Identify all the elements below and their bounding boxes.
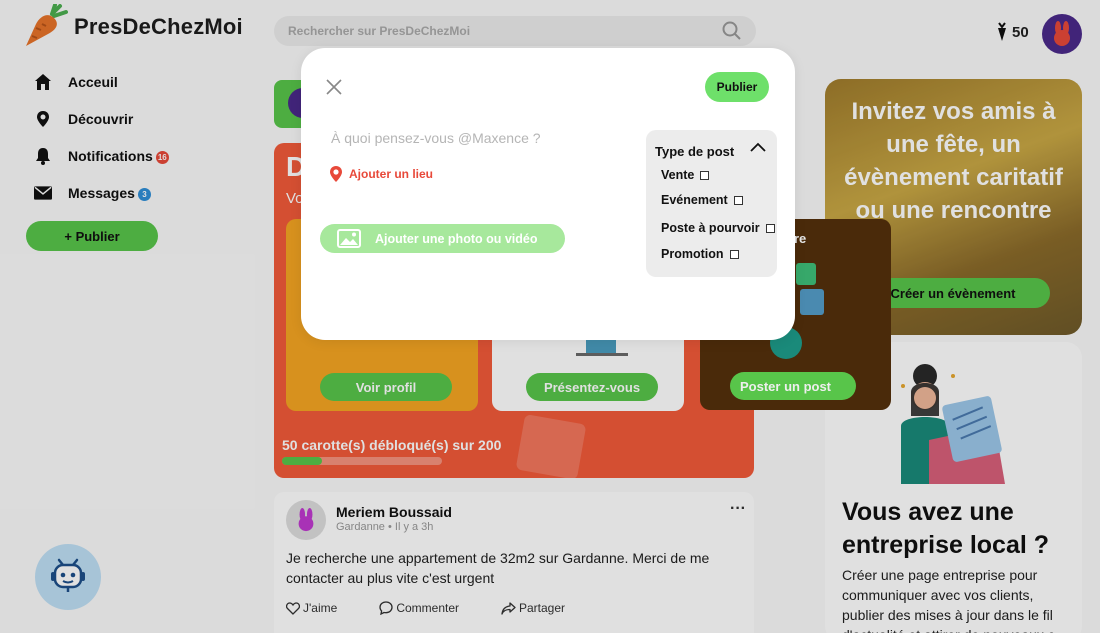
create-post-modal: Publier Ajouter un lieu Ajouter une phot… <box>301 48 795 340</box>
chevron-up-icon[interactable] <box>749 140 767 154</box>
location-pin-icon <box>330 166 342 182</box>
checkbox[interactable] <box>733 195 743 205</box>
publish-post-button[interactable]: Publier <box>705 72 769 102</box>
option-label: Poste à pourvoir <box>661 221 760 235</box>
checkbox[interactable] <box>729 249 739 259</box>
post-type-option-promotion[interactable]: Promotion <box>661 247 739 261</box>
option-label: Vente <box>661 168 695 182</box>
add-media-label: Ajouter une photo ou vidéo <box>375 231 538 246</box>
option-label: Promotion <box>661 247 724 261</box>
checkbox[interactable] <box>765 223 775 233</box>
checkbox[interactable] <box>700 170 710 180</box>
image-icon <box>337 229 361 248</box>
post-a-post-button[interactable]: Poster un post <box>730 372 856 400</box>
post-type-header: Type de post <box>655 144 735 159</box>
post-type-option-evenement[interactable]: Evénement <box>661 193 743 207</box>
close-icon[interactable] <box>325 78 343 96</box>
post-type-option-poste[interactable]: Poste à pourvoir <box>661 221 775 235</box>
card-title: re <box>794 231 807 246</box>
add-media-button[interactable]: Ajouter une photo ou vidéo <box>320 224 565 253</box>
add-location-button[interactable]: Ajouter un lieu <box>329 165 433 183</box>
post-compose-input[interactable] <box>331 130 631 146</box>
add-location-label: Ajouter un lieu <box>349 167 433 181</box>
post-type-dropdown: Type de post Vente Evénement Poste à pou… <box>646 130 777 277</box>
post-type-option-vente[interactable]: Vente <box>661 168 710 182</box>
option-label: Evénement <box>661 193 728 207</box>
